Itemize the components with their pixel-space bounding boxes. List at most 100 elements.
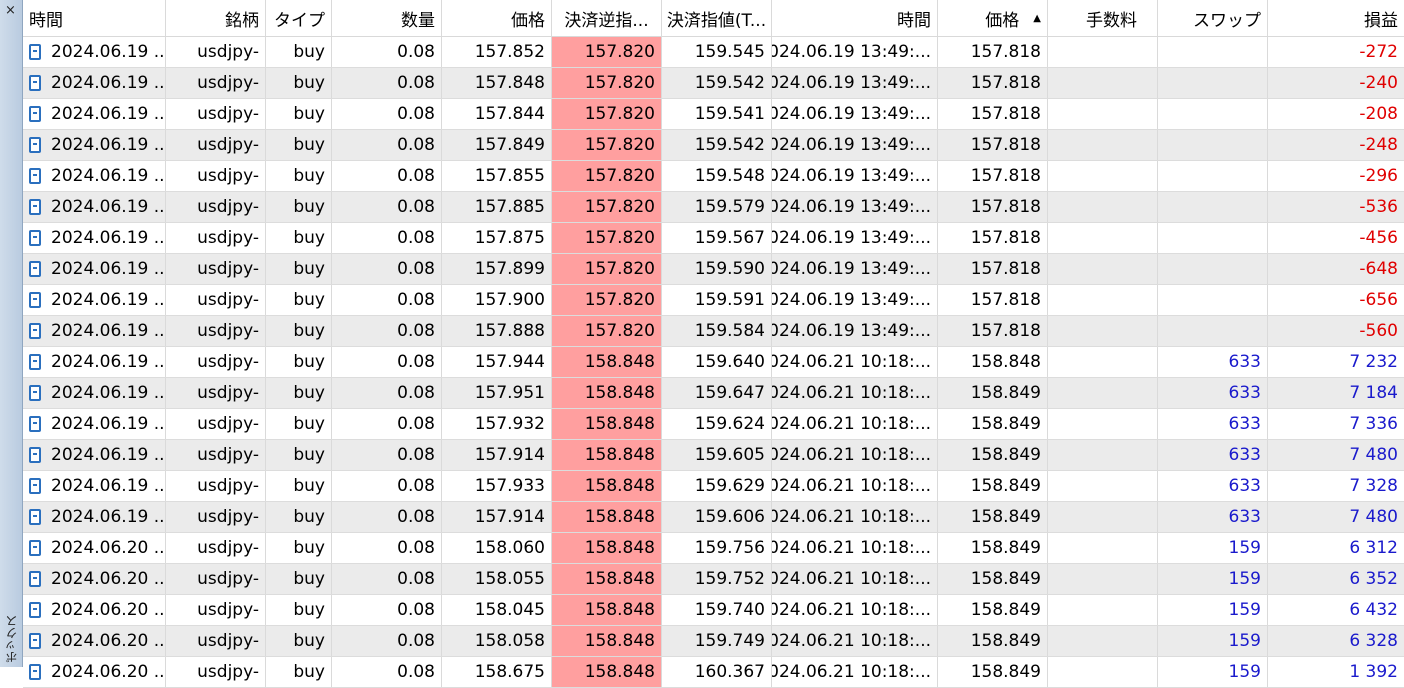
table-row[interactable]: 2024.06.19 ... usdjpy-buy 0.08 157.933 158.8… — [23, 471, 1404, 502]
cell-profit: -648 — [1359, 259, 1398, 279]
cell-type: buy — [266, 657, 332, 687]
cell-close-time: 2024.06.19 13:49:... — [772, 316, 938, 346]
cell-volume: 0.08 — [332, 316, 442, 346]
cell-profit: -248 — [1359, 135, 1398, 155]
table-row[interactable]: 2024.06.19 ... usdjpy-buy 0.08 157.899 157.8… — [23, 254, 1404, 285]
table-row[interactable]: 2024.06.20 ... usdjpy-buy 0.08 158.058 158.8… — [23, 626, 1404, 657]
table-row[interactable]: 2024.06.19 ... usdjpy-buy 0.08 157.914 158.8… — [23, 440, 1404, 471]
table-row[interactable]: 2024.06.19 ... usdjpy-buy 0.08 157.900 157.8… — [23, 285, 1404, 316]
column-header-close-time[interactable]: 時間 — [772, 0, 938, 36]
cell-symbol: usdjpy- — [166, 68, 266, 98]
cell-take-profit: 159.624 — [662, 409, 772, 439]
cell-close-price: 157.818 — [938, 161, 1048, 191]
cell-type: buy — [266, 254, 332, 284]
table-row[interactable]: 2024.06.19 ... usdjpy-buy 0.08 157.855 157.8… — [23, 161, 1404, 192]
column-header-symbol[interactable]: 銘柄 — [166, 0, 266, 36]
cell-symbol: usdjpy- — [166, 595, 266, 625]
table-row[interactable]: 2024.06.19 ... usdjpy-buy 0.08 157.944 158.8… — [23, 347, 1404, 378]
cell-open-time-text: 2024.06.20 ... — [51, 662, 166, 682]
table-row[interactable]: 2024.06.19 ... usdjpy-buy 0.08 157.888 157.8… — [23, 316, 1404, 347]
cell-stop-loss: 158.848 — [552, 440, 662, 470]
cell-profit: -456 — [1359, 228, 1398, 248]
table-row[interactable]: 2024.06.20 ... usdjpy-buy 0.08 158.060 158.8… — [23, 533, 1404, 564]
column-header-type[interactable]: タイプ — [266, 0, 332, 36]
table-row[interactable]: 2024.06.19 ... usdjpy-buy 0.08 157.914 158.8… — [23, 502, 1404, 533]
cell-type: buy — [266, 626, 332, 656]
order-document-icon — [29, 602, 41, 618]
cell-stop-loss: 158.848 — [552, 471, 662, 501]
cell-open-time-text: 2024.06.19 ... — [51, 197, 166, 217]
close-icon[interactable]: × — [5, 4, 16, 17]
cell-open-time: 2024.06.19 ... — [23, 37, 166, 67]
cell-volume: 0.08 — [332, 564, 442, 594]
cell-take-profit: 159.567 — [662, 223, 772, 253]
cell-swap — [1158, 223, 1268, 253]
table-row[interactable]: 2024.06.19 ... usdjpy-buy 0.08 157.848 157.8… — [23, 68, 1404, 99]
cell-commission — [1048, 471, 1158, 501]
cell-commission — [1048, 347, 1158, 377]
cell-symbol: usdjpy- — [166, 192, 266, 222]
table-row[interactable]: 2024.06.20 ... usdjpy-buy 0.08 158.675 158.8… — [23, 657, 1404, 688]
cell-stop-loss: 157.820 — [552, 223, 662, 253]
cell-volume: 0.08 — [332, 192, 442, 222]
cell-swap — [1158, 316, 1268, 346]
cell-close-time: 2024.06.21 10:18:... — [772, 502, 938, 532]
column-header-commission[interactable]: 手数料 — [1048, 0, 1158, 36]
table-row[interactable]: 2024.06.19 ... usdjpy-buy 0.08 157.951 158.8… — [23, 378, 1404, 409]
cell-take-profit: 159.545 — [662, 37, 772, 67]
column-header-close-price[interactable]: 価格 ▲ — [938, 0, 1048, 36]
toolbox-side-panel[interactable]: × ボックス — [0, 0, 23, 667]
column-header-open-time[interactable]: 時間 — [23, 0, 166, 36]
cell-volume: 0.08 — [332, 285, 442, 315]
order-document-icon — [29, 106, 41, 122]
table-row[interactable]: 2024.06.20 ... usdjpy-buy 0.08 158.045 158.8… — [23, 595, 1404, 626]
cell-type: buy — [266, 223, 332, 253]
cell-volume: 0.08 — [332, 68, 442, 98]
cell-swap — [1158, 99, 1268, 129]
table-row[interactable]: 2024.06.20 ... usdjpy-buy 0.08 158.055 158.8… — [23, 564, 1404, 595]
cell-profit: 6 352 — [1349, 569, 1398, 589]
cell-swap: 633 — [1158, 471, 1268, 501]
table-row[interactable]: 2024.06.19 ... usdjpy-buy 0.08 157.932 158.8… — [23, 409, 1404, 440]
table-row[interactable]: 2024.06.19 ... usdjpy-buy 0.08 157.849 157.8… — [23, 130, 1404, 161]
column-header-take-profit[interactable]: 決済指値(T... — [662, 0, 772, 36]
cell-swap: 159 — [1158, 595, 1268, 625]
cell-take-profit: 159.584 — [662, 316, 772, 346]
cell-close-time: 2024.06.19 13:49:... — [772, 254, 938, 284]
table-row[interactable]: 2024.06.19 ... usdjpy-buy 0.08 157.852 157.8… — [23, 37, 1404, 68]
cell-volume: 0.08 — [332, 37, 442, 67]
cell-profit: 6 432 — [1349, 600, 1398, 620]
cell-open-time-text: 2024.06.19 ... — [51, 290, 166, 310]
table-row[interactable]: 2024.06.19 ... usdjpy-buy 0.08 157.844 157.8… — [23, 99, 1404, 130]
table-row[interactable]: 2024.06.19 ... usdjpy-buy 0.08 157.885 157.8… — [23, 192, 1404, 223]
cell-close-time: 2024.06.19 13:49:... — [772, 68, 938, 98]
cell-open-time-text: 2024.06.20 ... — [51, 631, 166, 651]
cell-commission — [1048, 68, 1158, 98]
cell-volume: 0.08 — [332, 99, 442, 129]
table-row[interactable]: 2024.06.19 ... usdjpy-buy 0.08 157.875 157.8… — [23, 223, 1404, 254]
cell-commission — [1048, 161, 1158, 191]
column-header-stop-loss[interactable]: 決済逆指... — [552, 0, 662, 36]
cell-stop-loss: 158.848 — [552, 595, 662, 625]
cell-type: buy — [266, 68, 332, 98]
cell-close-price: 157.818 — [938, 130, 1048, 160]
sort-ascending-icon: ▲ — [1033, 12, 1041, 24]
cell-take-profit: 159.752 — [662, 564, 772, 594]
column-header-swap[interactable]: スワップ — [1158, 0, 1268, 36]
cell-open-price: 157.848 — [442, 68, 552, 98]
cell-type: buy — [266, 595, 332, 625]
cell-profit: 7 336 — [1349, 414, 1398, 434]
column-header-open-price[interactable]: 価格 — [442, 0, 552, 36]
cell-stop-loss: 157.820 — [552, 316, 662, 346]
column-header-profit[interactable]: 損益 — [1268, 0, 1404, 36]
cell-profit: -272 — [1359, 42, 1398, 62]
table-header: 時間 銘柄 タイプ 数量 価格 決済逆指... 決済指値(T... 時間 価格 … — [23, 0, 1404, 37]
cell-commission — [1048, 99, 1158, 129]
cell-stop-loss: 157.820 — [552, 285, 662, 315]
cell-open-price: 157.888 — [442, 316, 552, 346]
cell-open-time: 2024.06.19 ... — [23, 440, 166, 470]
cell-close-time: 2024.06.21 10:18:... — [772, 471, 938, 501]
cell-open-time: 2024.06.19 ... — [23, 161, 166, 191]
cell-profit: 6 328 — [1349, 631, 1398, 651]
column-header-volume[interactable]: 数量 — [332, 0, 442, 36]
